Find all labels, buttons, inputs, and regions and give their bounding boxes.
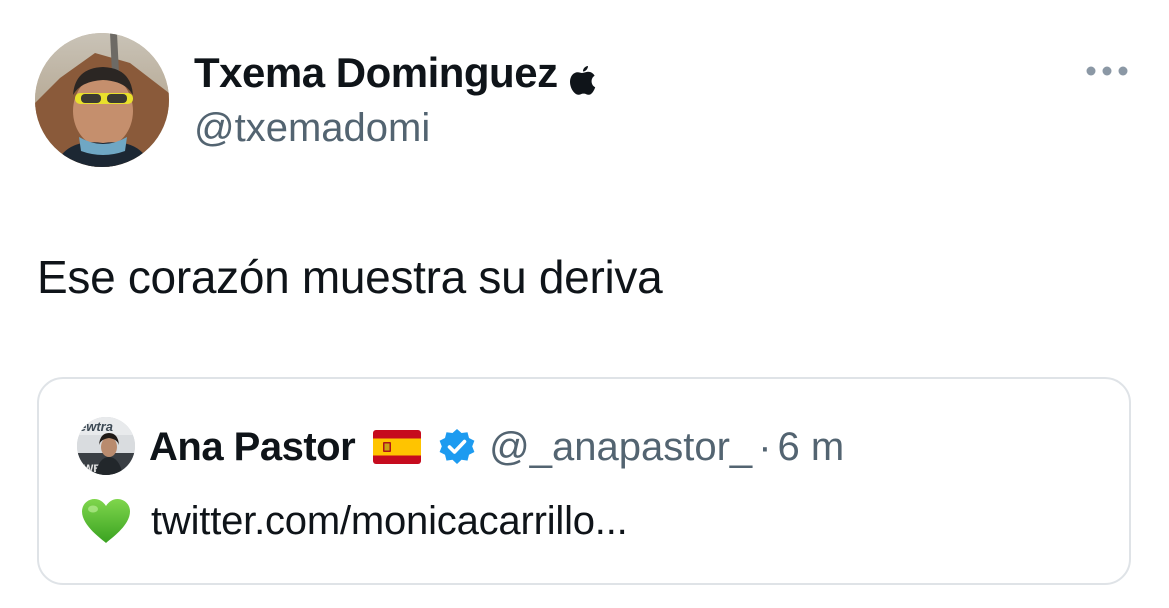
avatar-logo-text-top: ewtra [79, 419, 113, 434]
avatar-photo [35, 33, 169, 167]
quoted-body: twitter.com/monicacarrillo... [79, 493, 628, 549]
quoted-header: Ana Pastor @_anapastor_ · 6 m [149, 421, 844, 473]
quoted-author-avatar[interactable]: ewtra WE [77, 417, 135, 475]
quoted-avatar-photo: ewtra WE [77, 417, 135, 475]
author-display-name[interactable]: Txema Dominguez [194, 47, 596, 99]
quoted-handle[interactable]: @_anapastor_ [489, 421, 752, 473]
tweet-text: Ese corazón muestra su deriva [37, 251, 663, 303]
quoted-timestamp[interactable]: 6 m [778, 421, 845, 473]
author-name-text: Txema Dominguez [194, 49, 558, 96]
verified-badge-icon [437, 427, 477, 467]
green-heart-icon [79, 496, 133, 546]
author-avatar[interactable] [35, 33, 169, 167]
spain-flag-icon [373, 430, 422, 464]
quoted-separator: · [758, 425, 772, 469]
tweet-card: Txema Dominguez @txemadomi Ese corazón m… [0, 0, 1169, 608]
quoted-tweet[interactable]: ewtra WE Ana Pastor @_anapastor_ · 6 m t… [37, 377, 1131, 585]
more-options-button[interactable] [1082, 56, 1132, 86]
author-handle[interactable]: @txemadomi [194, 104, 430, 152]
quoted-display-name[interactable]: Ana Pastor [149, 421, 356, 473]
apple-icon [568, 56, 596, 95]
quoted-text[interactable]: twitter.com/monicacarrillo... [151, 495, 628, 547]
more-horizontal-icon [1086, 66, 1128, 76]
